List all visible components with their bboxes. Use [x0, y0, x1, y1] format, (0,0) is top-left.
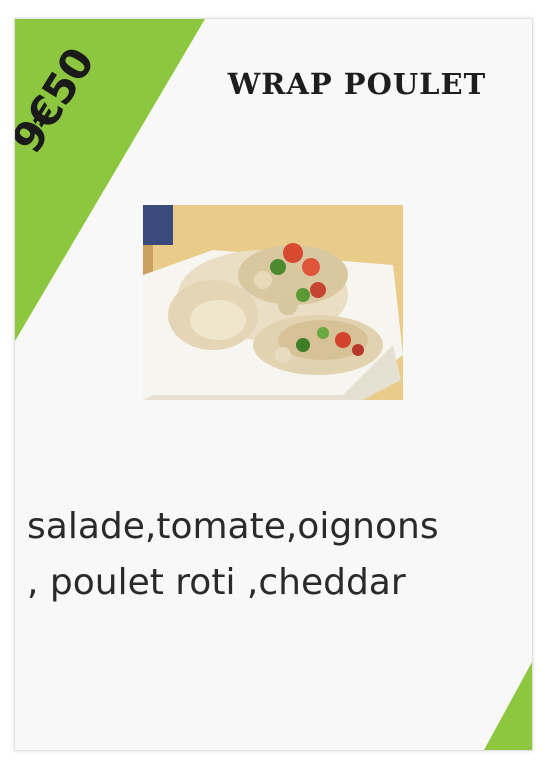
ingredients-line-2: , poulet roti ,cheddar — [27, 562, 406, 603]
ingredients-line-1: salade,tomate,oignons — [27, 506, 439, 547]
product-photo — [143, 205, 403, 400]
page: 9€50 WRAP POULET salade,tomate,oignons ,… — [0, 0, 545, 768]
ingredients-list: salade,tomate,oignons , poulet roti ,che… — [27, 499, 527, 611]
corner-banner-bottom — [484, 662, 532, 750]
wrap-photo-image — [143, 205, 403, 400]
menu-card: 9€50 WRAP POULET salade,tomate,oignons ,… — [14, 18, 533, 751]
product-title: WRAP POULET — [227, 67, 487, 101]
